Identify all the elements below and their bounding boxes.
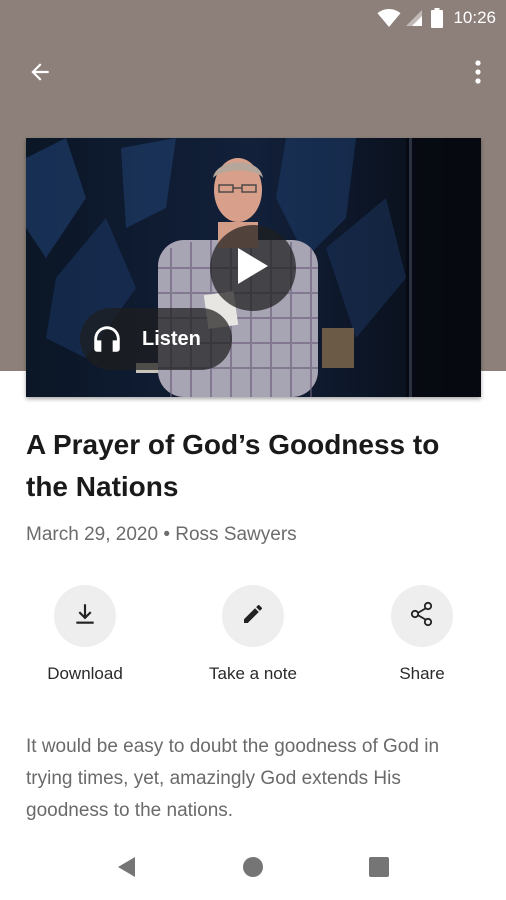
listen-label: Listen	[142, 327, 201, 350]
status-time: 10:26	[453, 8, 496, 27]
sermon-speaker: Ross Sawyers	[175, 524, 297, 545]
sermon-detail-screen: 10:26 Listen A Prayer of God’s Goodness …	[0, 0, 506, 900]
play-icon	[236, 246, 270, 291]
share-label: Share	[399, 664, 445, 683]
take-note-label: Take a note	[209, 664, 297, 683]
listen-button[interactable]: Listen	[80, 308, 232, 370]
recents-square-icon	[368, 856, 390, 883]
status-icons: 10:26	[377, 6, 496, 30]
home-circle-icon	[242, 856, 264, 883]
download-icon-circle	[54, 585, 116, 647]
more-vert-icon	[474, 59, 482, 90]
sermon-date: March 29, 2020	[26, 524, 159, 545]
back-triangle-icon	[115, 855, 137, 884]
system-nav-bar	[0, 838, 506, 900]
download-icon	[72, 601, 98, 632]
share-icon	[408, 600, 436, 633]
meta-separator: •	[163, 524, 170, 545]
arrow-back-icon	[27, 59, 53, 90]
signal-icon	[405, 9, 423, 27]
nav-recents-button[interactable]	[364, 854, 394, 884]
battery-icon	[431, 8, 444, 28]
headphones-icon	[90, 322, 124, 356]
more-options-button[interactable]	[462, 52, 494, 96]
download-button[interactable]: Download	[0, 585, 170, 684]
wifi-icon	[377, 8, 401, 28]
status-bar: 10:26	[0, 0, 506, 36]
download-label: Download	[47, 664, 123, 683]
share-button[interactable]: Share	[337, 585, 506, 684]
take-note-button[interactable]: Take a note	[168, 585, 338, 684]
pencil-icon	[241, 602, 265, 631]
play-button[interactable]	[210, 225, 296, 311]
nav-back-button[interactable]	[111, 854, 141, 884]
sermon-description: It would be easy to doubt the goodness o…	[26, 736, 440, 821]
sermon-title: A Prayer of God’s Goodness to the Nation…	[26, 429, 440, 502]
sermon-meta: March 29, 2020 • Ross Sawyers	[26, 524, 297, 546]
video-thumbnail[interactable]: Listen	[26, 138, 481, 397]
nav-home-button[interactable]	[238, 854, 268, 884]
back-button[interactable]	[18, 52, 62, 96]
share-icon-circle	[391, 585, 453, 647]
pencil-icon-circle	[222, 585, 284, 647]
